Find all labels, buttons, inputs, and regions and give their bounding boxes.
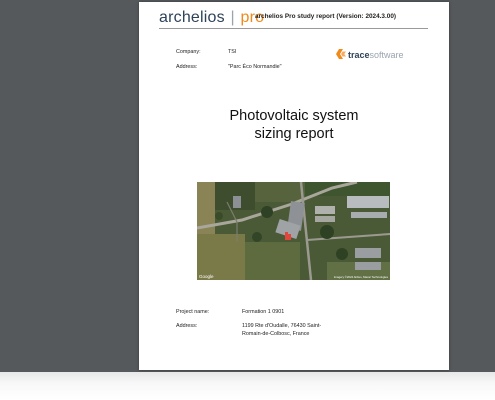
- header-divider: [159, 28, 428, 29]
- address-label: Address:: [176, 64, 198, 70]
- satellite-map: Google Imagery ©2024 Airbus, Maxar Techn…: [197, 182, 390, 280]
- project-address-line1: 1199 Rte d'Oudalle, 76430 Saint-: [242, 323, 322, 329]
- imagery-attribution: Imagery ©2024 Airbus, Maxar Technologies: [333, 275, 388, 279]
- project-name-label: Project name:: [176, 309, 210, 315]
- report-page: archelios | pro archelios Pro study repo…: [139, 2, 449, 370]
- viewer-bottom-shadow: [0, 372, 495, 400]
- report-title-line2: sizing report: [254, 126, 334, 142]
- document-viewer[interactable]: archelios | pro archelios Pro study repo…: [0, 0, 495, 372]
- google-attribution: Google: [199, 274, 214, 279]
- trace-name-light: software: [369, 50, 404, 60]
- logo-main: archelios: [159, 9, 225, 26]
- address-value: "Parc Éco Normandie": [228, 64, 282, 70]
- report-title-line1: Photovoltaic system: [229, 108, 359, 124]
- trace-logo-icon: [336, 49, 346, 59]
- company-label: Company:: [176, 49, 201, 55]
- trace-software-logo: tracesoftware: [336, 49, 404, 60]
- report-header-title: archelios Pro study report (Version: 202…: [255, 13, 397, 20]
- satellite-imagery: [197, 182, 390, 280]
- archelios-pro-logo: archelios | pro: [159, 9, 264, 27]
- project-name-value: Formation 1 0901: [242, 309, 285, 315]
- trace-name-bold: trace: [348, 50, 370, 60]
- company-value: TSI: [228, 49, 237, 55]
- logo-separator: |: [230, 9, 235, 26]
- project-address-label: Address:: [176, 323, 198, 329]
- project-address-line2: Romain-de-Colbosc, France: [242, 331, 310, 337]
